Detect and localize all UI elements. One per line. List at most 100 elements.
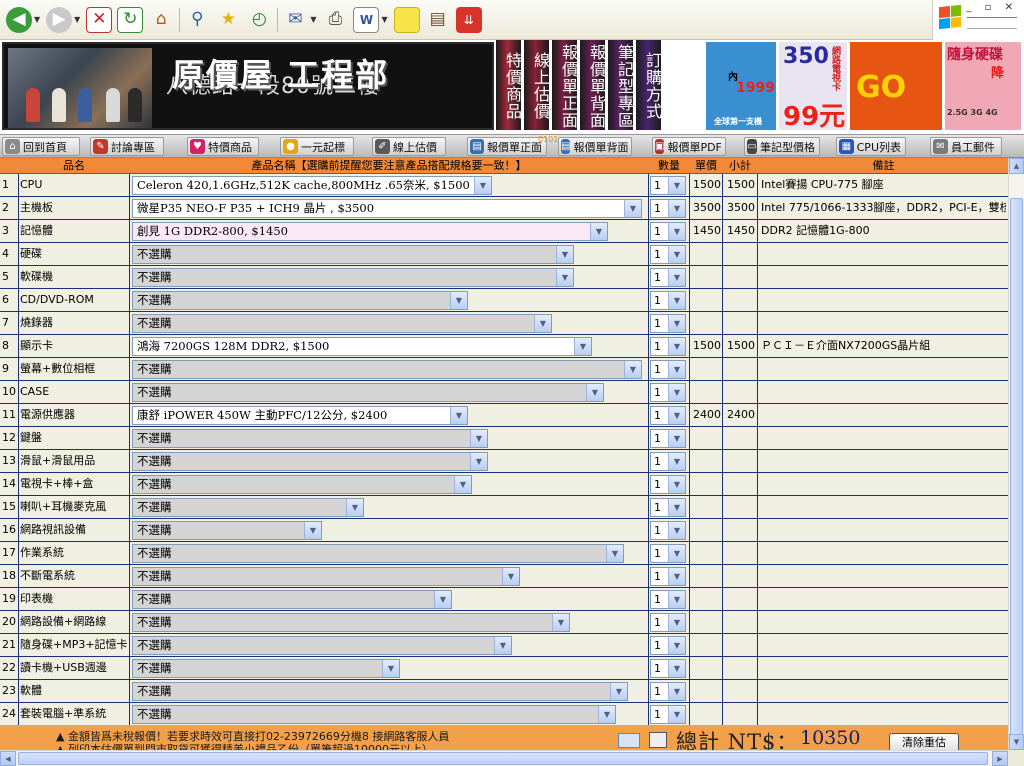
- download-icon[interactable]: ⇊: [455, 6, 482, 33]
- ad-usb-drive[interactable]: 隨身硬碟 降 2.5G 3G 4G: [945, 42, 1021, 130]
- qty-select[interactable]: 1 ▼: [650, 475, 686, 494]
- chevron-down-icon[interactable]: ▼: [304, 522, 321, 539]
- chevron-down-icon[interactable]: ▼: [668, 246, 685, 263]
- research-icon[interactable]: ▤: [425, 7, 451, 33]
- qty-select[interactable]: 1 ▼: [650, 636, 686, 655]
- back-icon[interactable]: ◀: [6, 6, 32, 33]
- product-select[interactable]: 不選購 ▼: [132, 682, 628, 701]
- note-icon[interactable]: [393, 6, 420, 33]
- chevron-down-icon[interactable]: ▼: [470, 453, 487, 470]
- ad-tv-card[interactable]: 350 99元 網路電視卡: [779, 42, 847, 130]
- favorites-icon[interactable]: ★: [215, 7, 241, 33]
- chevron-down-icon[interactable]: ▼: [668, 637, 685, 654]
- chevron-down-icon[interactable]: ▼: [552, 614, 569, 631]
- banner-menu-item-0[interactable]: 特價商品: [496, 40, 522, 130]
- product-select[interactable]: 不選購 ▼: [132, 590, 452, 609]
- chevron-down-icon[interactable]: ▼: [624, 200, 641, 217]
- chevron-down-icon[interactable]: ▼: [434, 591, 451, 608]
- product-select[interactable]: 不選購 ▼: [132, 475, 472, 494]
- chevron-down-icon[interactable]: ▼: [668, 614, 685, 631]
- chevron-down-icon[interactable]: ▼: [454, 476, 471, 493]
- nav-button-4[interactable]: ✐ 線上估價: [372, 137, 446, 156]
- qty-select[interactable]: 1 ▼: [650, 613, 686, 632]
- product-select[interactable]: 不選購 ▼: [132, 498, 364, 517]
- qty-select[interactable]: 1 ▼: [650, 360, 686, 379]
- nav-button-8[interactable]: ▭ 筆記型價格: [744, 137, 820, 156]
- chevron-down-icon[interactable]: ▼: [606, 545, 623, 562]
- chevron-down-icon[interactable]: ▼: [502, 568, 519, 585]
- qty-select[interactable]: 1 ▼: [650, 544, 686, 563]
- chevron-down-icon[interactable]: ▼: [668, 476, 685, 493]
- word-dropdown-icon[interactable]: ▼: [381, 15, 387, 24]
- product-select[interactable]: 不選購 ▼: [132, 636, 512, 655]
- nav-button-5[interactable]: ▤ 報價單正面: [467, 137, 547, 156]
- qty-select[interactable]: 1 ▼: [650, 199, 686, 218]
- chevron-down-icon[interactable]: ▼: [470, 430, 487, 447]
- chevron-down-icon[interactable]: ▼: [668, 223, 685, 240]
- qty-select[interactable]: 1 ▼: [650, 383, 686, 402]
- forward-dropdown-icon[interactable]: ▼: [74, 15, 80, 24]
- chevron-down-icon[interactable]: ▼: [668, 591, 685, 608]
- chevron-down-icon[interactable]: ▼: [668, 545, 685, 562]
- product-select[interactable]: 康舒 iPOWER 450W 主動PFC/12公分, $2400 ▼: [132, 406, 468, 425]
- back-dropdown-icon[interactable]: ▼: [34, 15, 40, 24]
- vertical-scrollbar[interactable]: ▲ ▼: [1008, 158, 1024, 750]
- qty-select[interactable]: 1 ▼: [650, 268, 686, 287]
- refresh-icon[interactable]: ↻: [117, 6, 144, 33]
- banner-menu-item-3[interactable]: 報價單背面: [580, 40, 606, 130]
- banner-menu-item-1[interactable]: 線上估價: [524, 40, 550, 130]
- qty-select[interactable]: 1 ▼: [650, 314, 686, 333]
- chevron-down-icon[interactable]: ▼: [668, 522, 685, 539]
- chevron-down-icon[interactable]: ▼: [668, 568, 685, 585]
- product-select[interactable]: 創見 1G DDR2-800, $1450 ▼: [132, 222, 608, 241]
- qty-select[interactable]: 1 ▼: [650, 222, 686, 241]
- scroll-up-icon[interactable]: ▲: [1009, 158, 1024, 174]
- chevron-down-icon[interactable]: ▼: [668, 706, 685, 723]
- chevron-down-icon[interactable]: ▼: [668, 200, 685, 217]
- scroll-down-icon[interactable]: ▼: [1009, 734, 1024, 750]
- scroll-right-icon[interactable]: ▶: [992, 751, 1008, 766]
- product-select[interactable]: 不選購 ▼: [132, 268, 574, 287]
- nav-button-0[interactable]: ⌂ 回到首頁: [2, 137, 80, 156]
- chevron-down-icon[interactable]: ▼: [668, 683, 685, 700]
- qty-select[interactable]: 1 ▼: [650, 429, 686, 448]
- clear-reestimate-button[interactable]: 清除重估: [889, 733, 959, 750]
- chevron-down-icon[interactable]: ▼: [450, 292, 467, 309]
- window-controls[interactable]: _ ▫ ✕: [966, 2, 1018, 13]
- home-icon[interactable]: ⌂: [148, 7, 174, 33]
- print-icon[interactable]: ⎙: [322, 7, 348, 33]
- forward-icon[interactable]: ▶: [46, 6, 73, 33]
- chevron-down-icon[interactable]: ▼: [668, 361, 685, 378]
- qty-select[interactable]: 1 ▼: [650, 452, 686, 471]
- banner-menu-item-2[interactable]: 報價單正面: [552, 40, 578, 130]
- mail-icon[interactable]: ✉: [282, 7, 308, 33]
- product-select[interactable]: 不選購 ▼: [132, 360, 642, 379]
- horizontal-scroll-thumb[interactable]: [18, 752, 988, 765]
- qty-select[interactable]: 1 ▼: [650, 291, 686, 310]
- ad-phone[interactable]: 內 1999 全球第一支機: [706, 42, 776, 130]
- qty-select[interactable]: 1 ▼: [650, 590, 686, 609]
- vertical-scroll-thumb[interactable]: [1010, 198, 1023, 738]
- scroll-left-icon[interactable]: ◀: [0, 751, 16, 766]
- qty-select[interactable]: 1 ▼: [650, 245, 686, 264]
- word-icon[interactable]: W: [353, 6, 380, 33]
- chevron-down-icon[interactable]: ▼: [668, 338, 685, 355]
- search-icon[interactable]: ⚲: [184, 7, 210, 33]
- nav-button-1[interactable]: ✎ 討論專區: [90, 137, 164, 156]
- chevron-down-icon[interactable]: ▼: [668, 453, 685, 470]
- stop-icon[interactable]: ✕: [86, 6, 113, 33]
- qty-select[interactable]: 1 ▼: [650, 682, 686, 701]
- chevron-down-icon[interactable]: ▼: [586, 384, 603, 401]
- qty-select[interactable]: 1 ▼: [650, 659, 686, 678]
- chevron-down-icon[interactable]: ▼: [668, 407, 685, 424]
- nav-button-3[interactable]: ● 一元起標: [280, 137, 354, 156]
- chevron-down-icon[interactable]: ▼: [624, 361, 641, 378]
- mail-quote-icon[interactable]: [618, 733, 640, 748]
- product-select[interactable]: 不選購 ▼: [132, 245, 574, 264]
- nav-button-9[interactable]: ▦ CPU列表: [836, 137, 906, 156]
- chevron-down-icon[interactable]: ▼: [450, 407, 467, 424]
- chevron-down-icon[interactable]: ▼: [668, 660, 685, 677]
- chevron-down-icon[interactable]: ▼: [668, 499, 685, 516]
- product-select[interactable]: 不選購 ▼: [132, 314, 552, 333]
- qty-select[interactable]: 1 ▼: [650, 176, 686, 195]
